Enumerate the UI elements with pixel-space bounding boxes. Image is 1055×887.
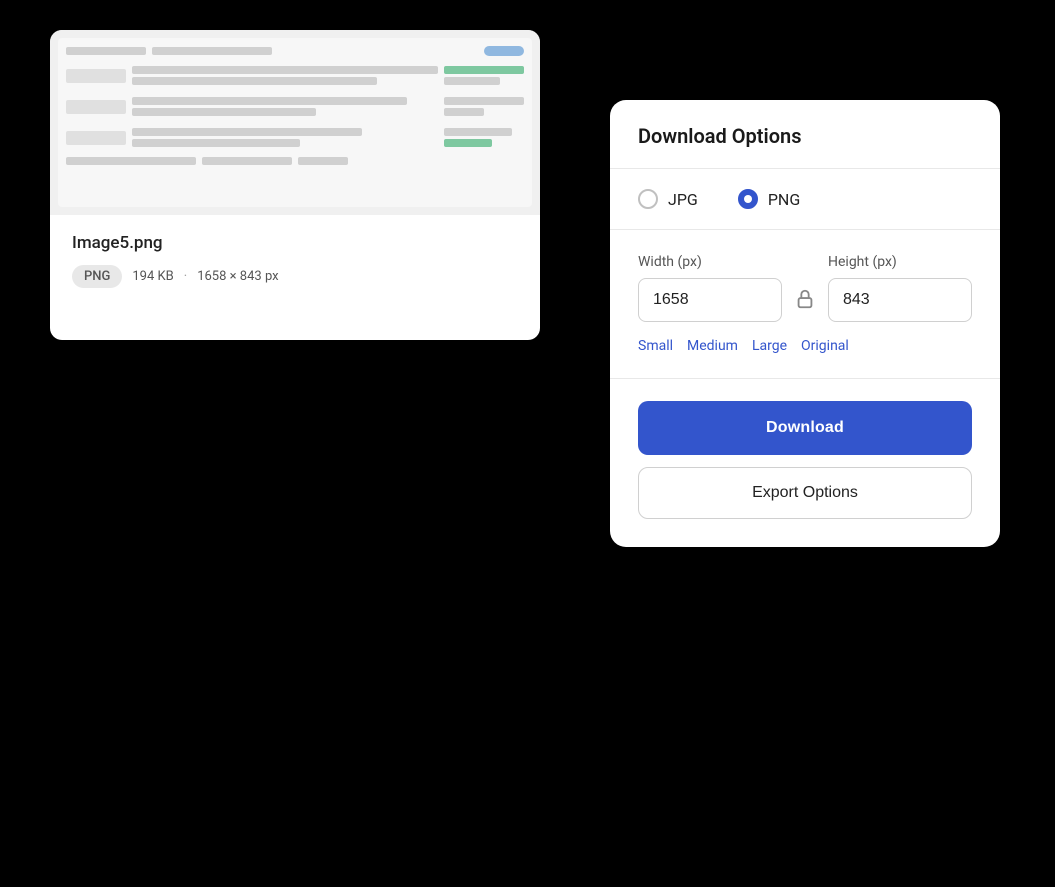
preset-small[interactable]: Small (638, 338, 673, 354)
width-input[interactable] (638, 278, 782, 322)
image-thumbnail (50, 30, 540, 215)
size-presets: Small Medium Large Original (638, 338, 972, 354)
format-badge: PNG (72, 265, 122, 288)
preset-original[interactable]: Original (801, 338, 849, 354)
file-size: 194 KB (132, 269, 173, 284)
image-dimensions: 1658 × 843 px (197, 269, 278, 284)
png-radio[interactable] (738, 189, 758, 209)
height-input[interactable] (828, 278, 972, 322)
jpg-radio[interactable] (638, 189, 658, 209)
jpg-label: JPG (668, 190, 698, 209)
dimensions-section: Width (px) Height (px) Small Medium L (610, 230, 1000, 379)
download-options-card: Download Options JPG PNG Width (px) (610, 100, 1000, 547)
meta-separator: · (184, 269, 187, 284)
preset-medium[interactable]: Medium (687, 338, 738, 354)
card-header: Download Options (610, 100, 1000, 169)
format-section: JPG PNG (610, 169, 1000, 230)
width-label: Width (px) (638, 254, 782, 270)
filename-label: Image5.png (72, 233, 518, 253)
dimension-inputs-row: Width (px) Height (px) (638, 254, 972, 322)
format-jpg-option[interactable]: JPG (638, 189, 698, 209)
card-title: Download Options (638, 124, 972, 148)
height-group: Height (px) (828, 254, 972, 322)
download-button[interactable]: Download (638, 401, 972, 455)
png-radio-inner (744, 195, 752, 203)
preset-large[interactable]: Large (752, 338, 787, 354)
height-label: Height (px) (828, 254, 972, 270)
format-png-option[interactable]: PNG (738, 189, 800, 209)
png-label: PNG (768, 190, 800, 209)
file-meta: PNG 194 KB · 1658 × 843 px (72, 265, 518, 288)
actions-section: Download Export Options (610, 379, 1000, 547)
image-info: Image5.png PNG 194 KB · 1658 × 843 px (50, 215, 540, 288)
export-options-button[interactable]: Export Options (638, 467, 972, 519)
width-group: Width (px) (638, 254, 782, 322)
lock-icon (794, 288, 816, 310)
lock-icon-wrap (794, 288, 816, 310)
image-preview-card: Image5.png PNG 194 KB · 1658 × 843 px (50, 30, 540, 340)
